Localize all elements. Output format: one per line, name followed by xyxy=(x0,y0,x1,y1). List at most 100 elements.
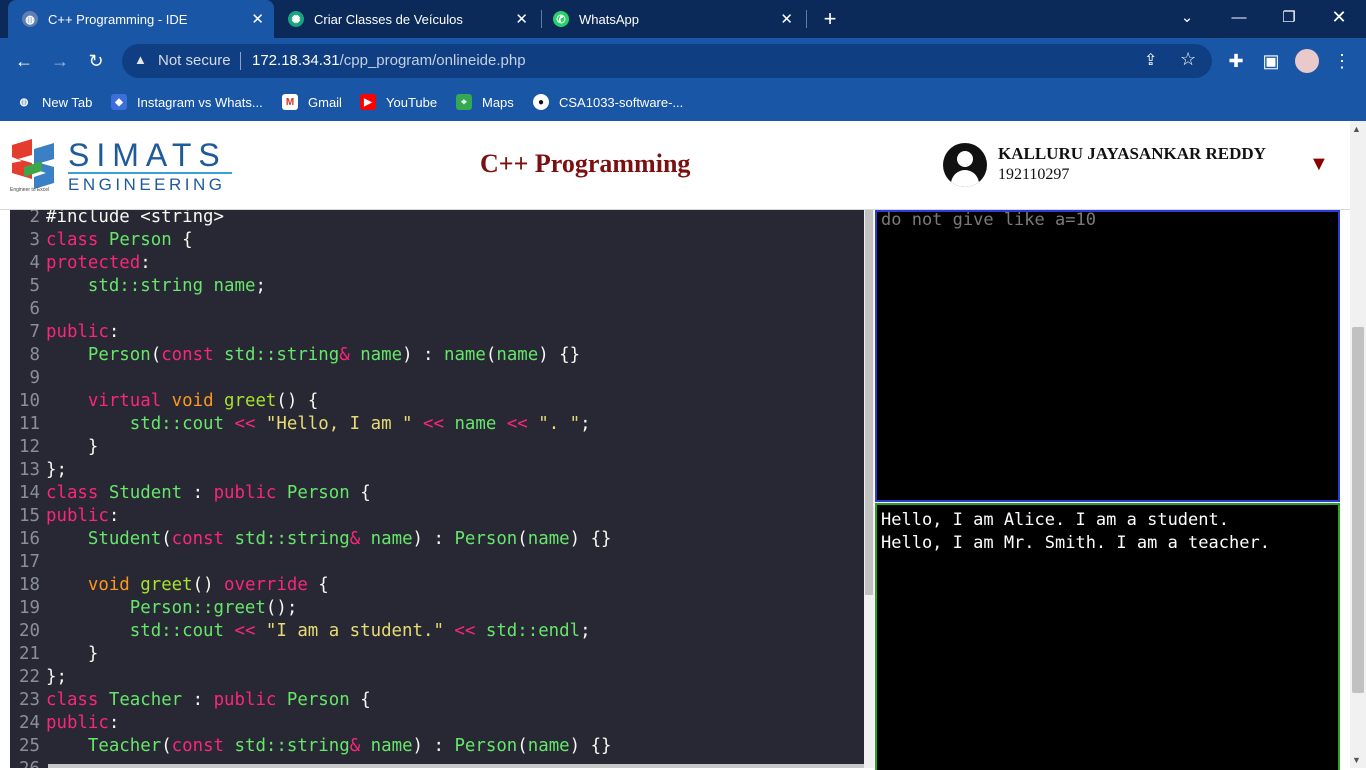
close-icon[interactable]: ✕ xyxy=(515,10,528,28)
window-close-icon[interactable]: ✕ xyxy=(1316,0,1362,34)
line-number: 19 xyxy=(19,598,40,618)
whatsapp-icon: ✆ xyxy=(553,11,569,27)
bookmark-gmail[interactable]: M Gmail xyxy=(282,92,342,112)
code-line[interactable]: 10 virtual void greet() { xyxy=(10,390,318,413)
user-id: 192110297 xyxy=(998,166,1070,183)
bookmark-label: YouTube xyxy=(386,94,438,110)
code-line[interactable]: 11 std::cout << "Hello, I am " << name <… xyxy=(10,413,591,436)
code-line[interactable]: 2 #include <string> xyxy=(10,210,224,229)
globe-icon: ◍ xyxy=(19,96,29,108)
new-tab-plus-icon[interactable]: + xyxy=(819,6,841,32)
youtube-icon: ▶ xyxy=(360,94,376,110)
browser-tab-bar: ◍ C++ Programming - IDE ✕ ✺ Criar Classe… xyxy=(0,0,1366,38)
scroll-up-arrow-icon[interactable]: ▲ xyxy=(1352,124,1361,134)
code-line[interactable]: 6 xyxy=(10,298,40,321)
code-line[interactable]: 19 Person::greet(); xyxy=(10,597,297,620)
code-line[interactable]: 9 xyxy=(10,367,40,390)
stdin-placeholder: do not give like a=10 xyxy=(881,210,1096,230)
code-line[interactable]: 17 xyxy=(10,551,40,574)
code-line[interactable]: 7 public: xyxy=(10,321,120,344)
code-editor[interactable]: 2 #include <string> 3 class Person { 4 prot… xyxy=(10,210,864,768)
bookmark-star-icon[interactable]: ☆ xyxy=(1180,49,1196,70)
tab-whatsapp[interactable]: ✆ WhatsApp ✕ xyxy=(545,0,803,38)
tab-criar-classes[interactable]: ✺ Criar Classes de Veículos ✕ xyxy=(280,0,538,38)
address-bar[interactable]: ▲ Not secure 172.18.34.31/cpp_program/on… xyxy=(122,44,1212,78)
url-host: 172.18.34.31 xyxy=(252,52,340,69)
bookmark-youtube[interactable]: ▶ YouTube xyxy=(360,92,437,112)
github-icon: ● xyxy=(533,94,549,110)
code-line[interactable]: 8 Person(const std::string& name) : name… xyxy=(10,344,581,367)
bookmark-instagram[interactable]: ◆ Instagram vs Whats... xyxy=(111,92,263,112)
line-number: 10 xyxy=(19,391,40,411)
restore-icon[interactable]: ❐ xyxy=(1266,0,1312,34)
menu-kebab-icon[interactable]: ⋮ xyxy=(1328,47,1356,75)
logo-text-simats: SIMATS xyxy=(68,137,227,173)
code-line[interactable]: 21 } xyxy=(10,643,98,666)
close-icon[interactable]: ✕ xyxy=(780,10,793,28)
extensions-puzzle-icon[interactable]: ✚ xyxy=(1222,47,1250,75)
close-icon[interactable]: ✕ xyxy=(251,10,264,28)
code-line[interactable]: 22}; xyxy=(10,666,67,689)
line-number: 5 xyxy=(29,276,40,296)
logo-divider xyxy=(68,172,232,174)
bookmark-label: Gmail xyxy=(308,94,342,110)
warning-triangle-icon: ▲ xyxy=(134,52,147,67)
code-line[interactable]: 24 public: xyxy=(10,712,119,735)
side-panel-icon[interactable]: ▣ xyxy=(1257,47,1285,75)
site-header: SIMATS ENGINEERING Engineer to Excel C++… xyxy=(0,121,1350,210)
program-output-area: Hello, I am Alice. I am a student. Hello… xyxy=(875,503,1340,770)
code-line[interactable]: 12 } xyxy=(10,436,98,459)
line-number: 20 xyxy=(19,621,40,641)
code-line[interactable]: 5 std::string name; xyxy=(10,275,266,298)
reload-icon[interactable]: ↻ xyxy=(82,47,110,75)
back-arrow-icon[interactable]: ← xyxy=(10,47,38,75)
output-line: Hello, I am Alice. I am a student. xyxy=(881,510,1229,530)
line-number: 18 xyxy=(19,575,40,595)
code-line[interactable]: 3 class Person { xyxy=(10,229,193,252)
chatgpt-icon: ✺ xyxy=(288,11,304,27)
share-icon[interactable]: ⇪ xyxy=(1144,50,1157,70)
code-line[interactable]: 15 public: xyxy=(10,505,119,528)
bookmark-github[interactable]: ● CSA1033-software-... xyxy=(533,92,683,112)
profile-avatar-icon[interactable] xyxy=(1293,47,1321,75)
code-line[interactable]: 18 void greet() override { xyxy=(10,574,329,597)
forward-arrow-icon[interactable]: → xyxy=(46,47,74,75)
code-line[interactable]: 14 class Student : public Person { xyxy=(10,482,371,505)
bookmark-label: Instagram vs Whats... xyxy=(137,94,263,110)
tab-title: WhatsApp xyxy=(579,11,639,27)
user-menu-caret-icon[interactable]: ▼ xyxy=(1309,153,1329,176)
tab-title: Criar Classes de Veículos xyxy=(314,11,463,27)
gmail-icon: M xyxy=(282,94,298,110)
code-line[interactable]: 4 protected: xyxy=(10,252,151,275)
code-line[interactable]: 13}; xyxy=(10,459,67,482)
editor-horizontal-scrollbar[interactable] xyxy=(48,764,864,768)
line-number: 15 xyxy=(19,506,40,526)
code-line[interactable]: 16 Student(const std::string& name) : Pe… xyxy=(10,528,611,551)
logo-tagline: Engineer to Excel xyxy=(10,187,50,193)
stdin-input-area[interactable]: do not give like a=10 xyxy=(875,210,1340,502)
cube-icon: ◆ xyxy=(111,94,127,110)
tab-search-chevron-icon[interactable]: ⌄ xyxy=(1164,0,1210,34)
line-number: 7 xyxy=(29,322,40,342)
line-number: 11 xyxy=(19,414,40,434)
line-number: 6 xyxy=(29,299,40,319)
page-scrollbar-thumb[interactable] xyxy=(1352,327,1364,693)
address-url[interactable]: 172.18.34.31/cpp_program/onlineide.php xyxy=(252,52,526,69)
bookmark-maps[interactable]: ⌖ Maps xyxy=(456,92,514,112)
editor-scrollbar-thumb[interactable] xyxy=(865,210,873,595)
scroll-down-arrow-icon[interactable]: ▼ xyxy=(1352,755,1361,765)
bookmark-label: Maps xyxy=(482,94,514,110)
code-line[interactable]: 23 class Teacher : public Person { xyxy=(10,689,371,712)
browser-toolbar: ← → ↻ ▲ Not secure 172.18.34.31/cpp_prog… xyxy=(0,38,1366,84)
not-secure-label[interactable]: Not secure xyxy=(158,52,231,69)
user-avatar-icon[interactable] xyxy=(943,143,987,187)
code-line[interactable]: 26 xyxy=(10,758,40,768)
tab-cpp-ide[interactable]: ◍ C++ Programming - IDE ✕ xyxy=(8,0,274,38)
line-number: 24 xyxy=(19,713,40,733)
code-line[interactable]: 25 Teacher(const std::string& name) : Pe… xyxy=(10,735,611,758)
minimize-icon[interactable]: — xyxy=(1216,0,1262,34)
line-number: 12 xyxy=(19,437,40,457)
code-line[interactable]: 20 std::cout << "I am a student." << std… xyxy=(10,620,591,643)
bookmark-new-tab[interactable]: ◍ New Tab xyxy=(16,92,93,112)
line-number: 8 xyxy=(29,345,40,365)
